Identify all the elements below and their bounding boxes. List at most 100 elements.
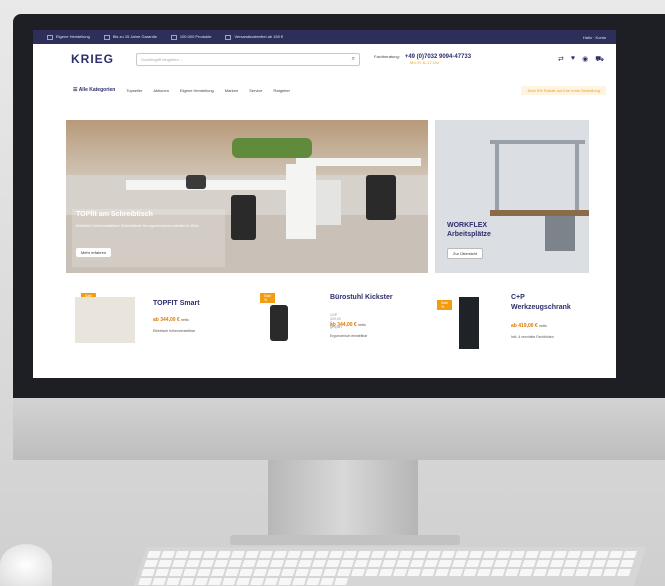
key: [221, 578, 237, 585]
key: [154, 569, 170, 576]
key: [146, 551, 162, 558]
phone-label: Fachberatung:: [374, 54, 400, 59]
key: [328, 551, 344, 558]
product-image: [459, 297, 479, 349]
key: [591, 560, 607, 567]
cart-icon[interactable]: ⛟: [595, 55, 604, 64]
key: [325, 560, 341, 567]
key: [605, 560, 621, 567]
key: [507, 560, 523, 567]
nav-item[interactable]: Ratgeber: [273, 88, 289, 93]
user-icon[interactable]: ◉: [582, 55, 588, 64]
key: [367, 560, 383, 567]
key: [616, 569, 632, 576]
nav-item[interactable]: Aktionen: [153, 88, 169, 93]
monitor-screen: Eigene Herstellung Bis zu 15 Jahre Garan…: [33, 30, 616, 378]
usp-bar: Eigene Herstellung Bis zu 15 Jahre Garan…: [33, 30, 616, 44]
key: [188, 551, 204, 558]
usp-item: 100.000 Produkte: [170, 34, 211, 40]
cabinet: [316, 180, 341, 225]
key: [490, 569, 506, 576]
key: [241, 560, 257, 567]
hero-banner-desks[interactable]: TOPfit am Schreibtisch Elektrisch höhenv…: [66, 120, 428, 273]
key: [437, 560, 453, 567]
key: [356, 551, 372, 558]
monitor-foot: [230, 535, 460, 545]
key: [210, 569, 226, 576]
key: [479, 560, 495, 567]
key: [339, 560, 355, 567]
compare-icon[interactable]: ⇄: [558, 55, 564, 64]
desk: [126, 180, 306, 190]
key: [157, 560, 173, 567]
monitor-stand: [268, 460, 418, 542]
key: [420, 569, 436, 576]
office-chair: [231, 195, 256, 240]
shelf: [490, 140, 585, 144]
key: [196, 569, 212, 576]
key: [165, 578, 181, 585]
key: [283, 560, 299, 567]
key: [518, 569, 534, 576]
key: [193, 578, 209, 585]
key: [286, 551, 302, 558]
product-note: Elektrisch höhenverstellbar: [153, 329, 196, 333]
hero-subtitle: Elektrisch höhenverstellbare Schreibtisc…: [76, 224, 199, 228]
key: [496, 551, 512, 558]
frame: [575, 144, 579, 214]
key: [412, 551, 428, 558]
wishlist-heart-icon[interactable]: ♥: [571, 55, 575, 64]
key: [532, 569, 548, 576]
key: [300, 551, 316, 558]
key: [151, 578, 167, 585]
usp-item: Eigene Herstellung: [47, 34, 90, 40]
usp-item: Bis zu 15 Jahre Garantie: [103, 34, 157, 40]
key: [524, 551, 540, 558]
nav-item[interactable]: Marken: [225, 88, 238, 93]
header-icons: ⇄ ♥ ◉ ⛟: [558, 55, 604, 64]
key: [179, 578, 195, 585]
key: [398, 551, 414, 558]
key: [140, 569, 156, 576]
nav-item[interactable]: Topseller: [126, 88, 142, 93]
key: [594, 551, 610, 558]
product-image: [270, 305, 288, 341]
hero2-cta-button[interactable]: Zur Übersicht: [447, 248, 484, 259]
nav-item[interactable]: Eigene Herstellung: [180, 88, 214, 93]
drawer-unit: [545, 216, 575, 251]
key: [381, 560, 397, 567]
key: [174, 551, 190, 558]
hero-cta-button[interactable]: Mehr erfahren: [76, 248, 112, 257]
cabinet: [286, 164, 316, 239]
key: [252, 569, 268, 576]
brand-logo[interactable]: KRIEG: [71, 52, 114, 66]
plants: [232, 138, 312, 158]
key: [465, 560, 481, 567]
product-price: ab 419,00 € netto: [511, 323, 547, 329]
all-categories-button[interactable]: ☰ Alle Kategorien: [73, 87, 115, 93]
promo-banner[interactable]: Jetzt 5% Rabatt auf Ihre erste Bestellun…: [521, 85, 606, 95]
key: [482, 551, 498, 558]
key: [235, 578, 251, 585]
monitor-chin: [13, 398, 665, 460]
key: [493, 560, 509, 567]
key: [577, 560, 593, 567]
account-link[interactable]: Hallo · Konto: [583, 35, 606, 40]
key: [392, 569, 408, 576]
key: [291, 578, 307, 585]
key: [227, 560, 243, 567]
hero-banner-workbenches[interactable]: WORKFLEX Arbeitsplätze Zur Übersicht: [435, 120, 589, 273]
key: [244, 551, 260, 558]
key: [451, 560, 467, 567]
key: [249, 578, 265, 585]
key: [454, 551, 470, 558]
sale-badge: Sale %: [437, 300, 453, 310]
hero2-title: WORKFLEX Arbeitsplätze: [447, 222, 491, 238]
office-chair: [366, 175, 396, 220]
nav-item[interactable]: Service: [249, 88, 262, 93]
phone-hours: Mo–Fr 8–17 Uhr: [410, 59, 440, 65]
key: [297, 560, 313, 567]
search-input[interactable]: Suchbegriff eingeben ... ⌕: [136, 52, 361, 66]
search-icon[interactable]: ⌕: [352, 56, 355, 63]
key: [216, 551, 232, 558]
